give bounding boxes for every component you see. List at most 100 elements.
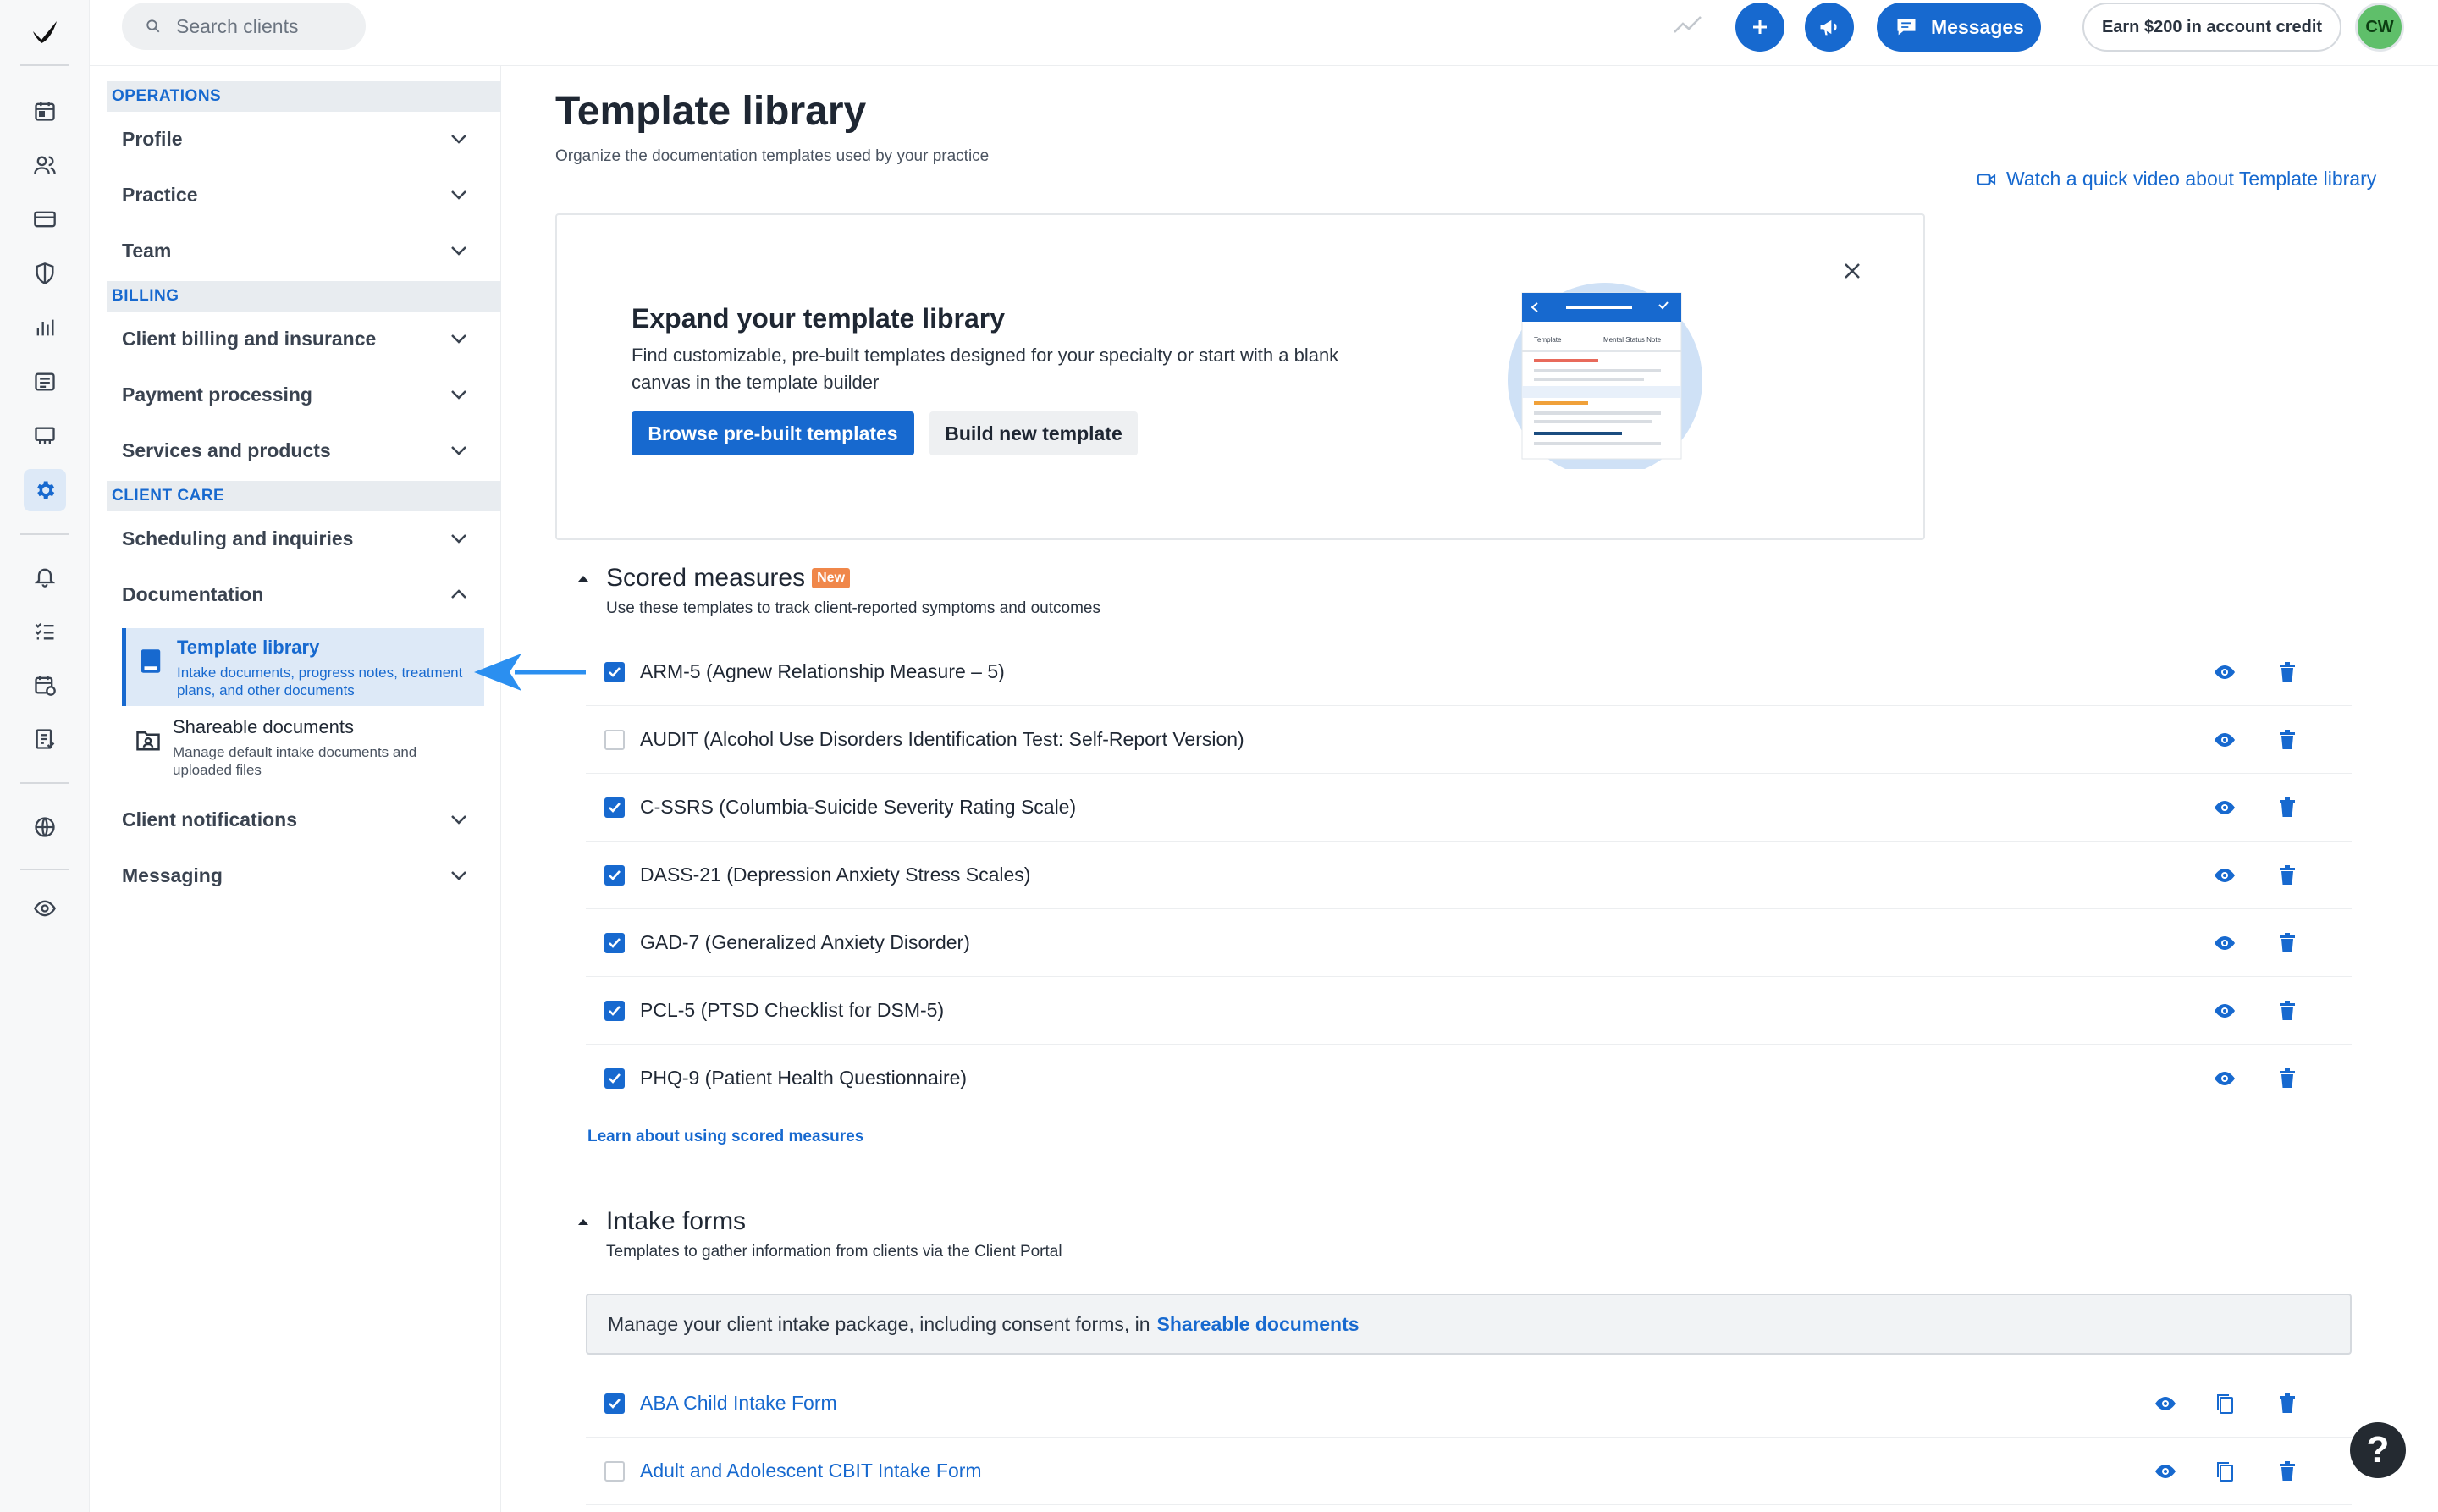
sidebar-item-services-products[interactable]: Services and products xyxy=(107,427,484,474)
sidebar-item-practice[interactable]: Practice xyxy=(107,171,484,218)
logo-icon[interactable] xyxy=(24,10,66,52)
chevron-up-icon xyxy=(451,589,466,599)
template-checkbox[interactable] xyxy=(604,1461,625,1482)
delete-trash-icon[interactable] xyxy=(2270,858,2304,892)
new-badge: New xyxy=(812,568,851,588)
bell-icon[interactable] xyxy=(24,555,66,598)
template-row: ARM-5 (Agnew Relationship Measure – 5) xyxy=(586,638,2352,706)
tasks-icon[interactable] xyxy=(24,610,66,652)
analytics-icon[interactable] xyxy=(24,306,66,349)
promo-desc: Find customizable, pre-built templates d… xyxy=(632,345,1339,393)
close-icon[interactable] xyxy=(1835,254,1869,288)
clients-icon[interactable] xyxy=(24,144,66,186)
insurance-shield-icon[interactable] xyxy=(24,252,66,295)
folder-person-icon xyxy=(136,731,160,751)
chat-bubble-icon xyxy=(1897,19,1916,36)
sidebar-item-documentation[interactable]: Documentation xyxy=(107,571,484,618)
preview-eye-icon[interactable] xyxy=(2148,1387,2182,1421)
sidebar-item-team[interactable]: Team xyxy=(107,227,484,274)
preview-eye-icon[interactable] xyxy=(2208,858,2242,892)
settings-gear-icon[interactable] xyxy=(24,469,66,511)
template-checkbox[interactable] xyxy=(604,865,625,886)
sidebar-subitem-shareable-documents[interactable]: Shareable documents Manage default intak… xyxy=(122,708,484,786)
caret-up-icon xyxy=(578,1219,588,1225)
search-input[interactable]: Search clients xyxy=(122,3,366,50)
preview-eye-icon[interactable] xyxy=(2208,791,2242,825)
delete-trash-icon[interactable] xyxy=(2270,791,2304,825)
template-checkbox[interactable] xyxy=(604,933,625,953)
chevron-down-icon xyxy=(451,190,466,200)
sidebar-item-client-notifications[interactable]: Client notifications xyxy=(107,796,484,843)
template-checkbox[interactable] xyxy=(604,1001,625,1021)
help-button[interactable]: ? xyxy=(2350,1422,2406,1478)
template-row: ABA Child Intake Form xyxy=(586,1370,2352,1438)
globe-icon[interactable] xyxy=(24,806,66,848)
template-checkbox[interactable] xyxy=(604,797,625,818)
template-checkbox[interactable] xyxy=(604,1068,625,1089)
scored-measures-desc: Use these templates to track client-repo… xyxy=(606,599,1100,617)
chevron-down-icon xyxy=(451,534,466,544)
delete-trash-icon[interactable] xyxy=(2270,994,2304,1028)
sidebar-item-label: Scheduling and inquiries xyxy=(122,527,354,549)
sidebar-item-profile[interactable]: Profile xyxy=(107,115,484,163)
preview-eye-icon[interactable] xyxy=(2208,655,2242,689)
chevron-down-icon xyxy=(451,446,466,455)
delete-trash-icon[interactable] xyxy=(2270,723,2304,757)
preview-eye-icon[interactable] xyxy=(2208,926,2242,960)
preview-eye-icon[interactable] xyxy=(2208,1062,2242,1095)
earn-credit-button[interactable]: Earn $200 in account credit xyxy=(2082,3,2341,52)
calendar-icon[interactable] xyxy=(24,90,66,132)
template-checkbox[interactable] xyxy=(604,662,625,682)
template-label: DASS-21 (Depression Anxiety Stress Scale… xyxy=(640,864,1031,886)
plus-icon xyxy=(1753,20,1767,34)
sidebar-item-scheduling[interactable]: Scheduling and inquiries xyxy=(107,515,484,562)
sidebar-item-label: Payment processing xyxy=(122,383,312,406)
template-label[interactable]: ABA Child Intake Form xyxy=(640,1392,837,1415)
template-checkbox[interactable] xyxy=(604,730,625,750)
reminders-calendar-icon[interactable] xyxy=(24,664,66,706)
marketing-icon[interactable] xyxy=(24,415,66,457)
template-row: PHQ-9 (Patient Health Questionnaire) xyxy=(586,1045,2352,1112)
delete-trash-icon[interactable] xyxy=(2270,1062,2304,1095)
shareable-documents-link[interactable]: Shareable documents xyxy=(1157,1313,1360,1336)
learn-scored-measures-link[interactable]: Learn about using scored measures xyxy=(587,1128,863,1146)
scored-measures-header[interactable]: Scored measures New xyxy=(577,564,851,593)
watch-video-link[interactable]: Watch a quick video about Template libra… xyxy=(1977,168,2376,190)
template-label[interactable]: Adult and Adolescent CBIT Intake Form xyxy=(640,1460,982,1482)
copy-icon[interactable] xyxy=(2208,1387,2242,1421)
preview-eye-icon[interactable] xyxy=(2208,723,2242,757)
sidebar-item-messaging[interactable]: Messaging xyxy=(107,852,484,899)
announcements-button[interactable] xyxy=(1805,3,1854,52)
preview-eye-icon[interactable] xyxy=(2148,1454,2182,1488)
template-checkbox[interactable] xyxy=(604,1393,625,1414)
delete-trash-icon[interactable] xyxy=(2270,1454,2304,1488)
sidebar-item-label: Documentation xyxy=(122,582,264,605)
copy-icon[interactable] xyxy=(2208,1454,2242,1488)
activity-list-icon[interactable] xyxy=(24,361,66,403)
build-template-button[interactable]: Build new template xyxy=(929,411,1138,455)
sidebar-item-label: Messaging xyxy=(122,864,223,886)
sidebar-item-label: Client notifications xyxy=(122,808,297,830)
sidebar-item-payment-processing[interactable]: Payment processing xyxy=(107,371,484,418)
trend-icon[interactable] xyxy=(1673,12,1703,41)
avatar[interactable]: CW xyxy=(2355,3,2404,52)
sidebar-item-label: Team xyxy=(122,239,172,262)
intake-forms-title: Intake forms xyxy=(606,1207,747,1235)
template-row: Adult and Adolescent CBIT Intake Form xyxy=(586,1438,2352,1505)
requests-icon[interactable] xyxy=(24,718,66,760)
section-operations: OPERATIONS xyxy=(107,81,501,112)
sidebar-item-label: Services and products xyxy=(122,439,331,461)
delete-trash-icon[interactable] xyxy=(2270,926,2304,960)
preview-eye-icon[interactable] xyxy=(2208,994,2242,1028)
delete-trash-icon[interactable] xyxy=(2270,655,2304,689)
browse-templates-button[interactable]: Browse pre-built templates xyxy=(632,411,914,455)
billing-icon[interactable] xyxy=(24,198,66,240)
main-content: Template library Organize the documentat… xyxy=(501,66,2438,1512)
sidebar-item-client-billing[interactable]: Client billing and insurance xyxy=(107,315,484,362)
delete-trash-icon[interactable] xyxy=(2270,1387,2304,1421)
add-button[interactable] xyxy=(1735,3,1784,52)
eye-icon[interactable] xyxy=(24,887,66,930)
intake-forms-header[interactable]: Intake forms xyxy=(577,1207,746,1236)
messages-button[interactable]: Messages xyxy=(1877,3,2041,52)
sidebar-subitem-template-library[interactable]: Template library Intake documents, progr… xyxy=(122,628,484,706)
